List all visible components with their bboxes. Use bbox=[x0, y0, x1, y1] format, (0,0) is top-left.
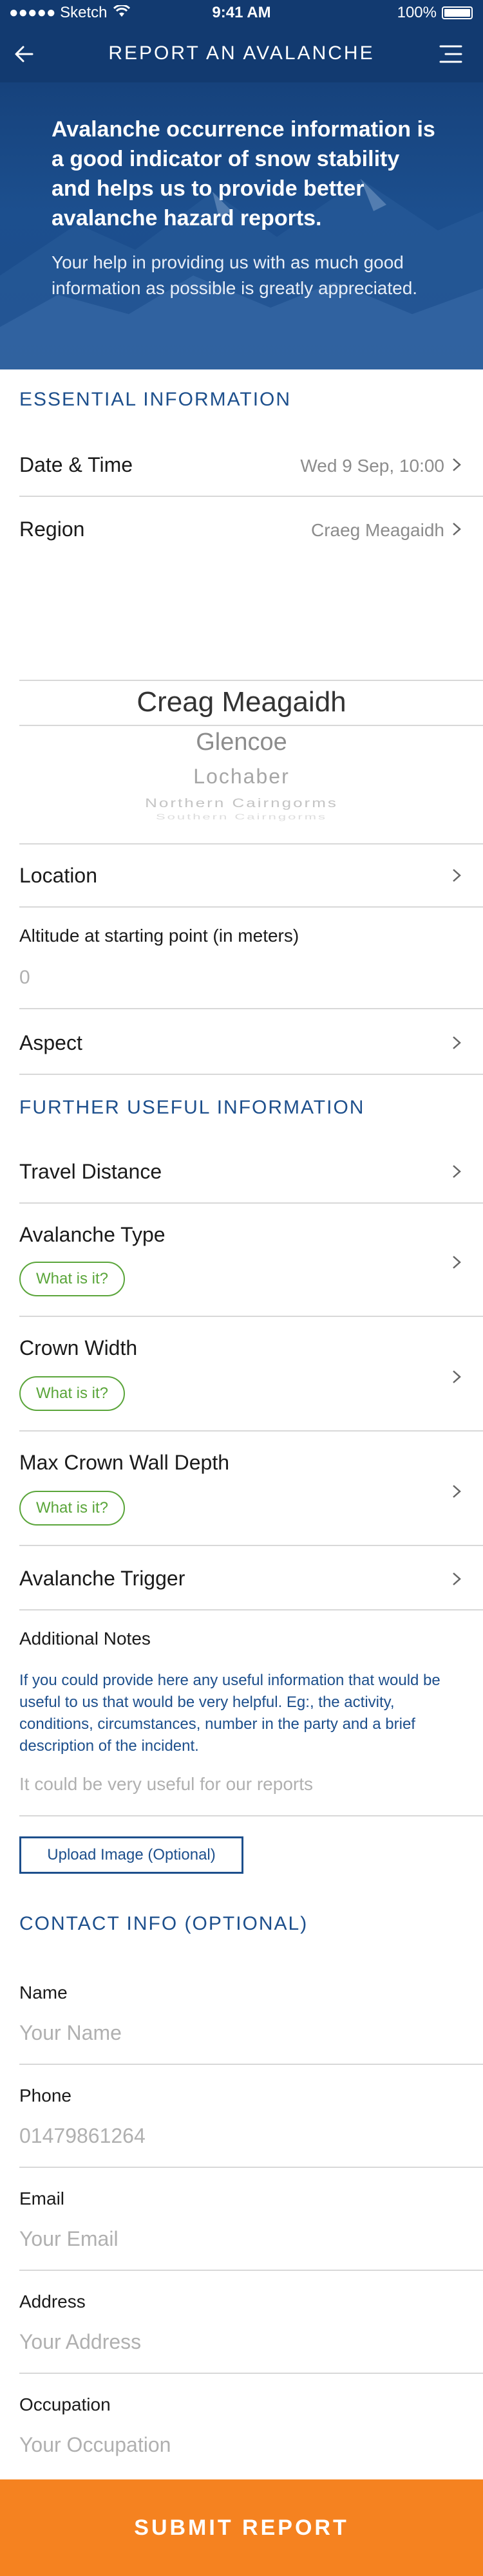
what-is-it-button[interactable]: What is it? bbox=[19, 1262, 126, 1296]
picker-option[interactable]: Southern Cairngorms bbox=[0, 812, 483, 821]
aspect-label: Aspect bbox=[19, 1031, 82, 1054]
page-title: REPORT AN AVALANCHE bbox=[108, 42, 375, 64]
submit-report-button[interactable]: SUBMIT REPORT bbox=[0, 2479, 483, 2576]
hero-headline: Avalanche occurrence information is a go… bbox=[52, 117, 435, 230]
divider bbox=[19, 906, 483, 908]
divider bbox=[19, 2064, 483, 2065]
phone-input[interactable]: 01479861264 bbox=[19, 2124, 146, 2148]
travel-distance-label: Travel Distance bbox=[19, 1160, 162, 1183]
divider bbox=[19, 1609, 483, 1610]
chevron-right-icon bbox=[453, 1036, 461, 1049]
address-label: Address bbox=[19, 2291, 86, 2311]
location-label: Location bbox=[19, 864, 97, 887]
picker-selection-line-top bbox=[19, 680, 483, 681]
name-input[interactable]: Your Name bbox=[19, 2021, 122, 2045]
additional-notes-label: Additional Notes bbox=[19, 1629, 151, 1648]
email-label: Email bbox=[19, 2189, 65, 2208]
date-time-label: Date & Time bbox=[19, 453, 133, 476]
chevron-right-icon bbox=[453, 458, 461, 471]
additional-notes-description: If you could provide here any useful inf… bbox=[19, 1672, 440, 1755]
battery-percent: 100% bbox=[397, 4, 437, 21]
divider bbox=[19, 843, 483, 845]
email-input[interactable]: Your Email bbox=[19, 2227, 118, 2251]
region-value: Craeg Meagaidh bbox=[310, 520, 444, 540]
occupation-label: Occupation bbox=[19, 2394, 111, 2414]
avalanche-trigger-label: Avalanche Trigger bbox=[19, 1567, 185, 1590]
chevron-right-icon bbox=[453, 1256, 461, 1269]
divider bbox=[19, 1074, 483, 1075]
section-title-further: FURTHER USEFUL INFORMATION bbox=[19, 1097, 365, 1118]
divider bbox=[19, 2167, 483, 2168]
divider bbox=[19, 1008, 483, 1009]
occupation-input[interactable]: Your Occupation bbox=[19, 2433, 171, 2457]
altitude-label: Altitude at starting point (in meters) bbox=[19, 926, 299, 946]
picker-option[interactable]: Glencoe bbox=[0, 729, 483, 756]
section-title-contact: CONTACT INFO (OPTIONAL) bbox=[19, 1913, 308, 1934]
chevron-right-icon bbox=[453, 523, 461, 536]
what-is-it-button[interactable]: What is it? bbox=[19, 1491, 126, 1526]
divider bbox=[19, 1430, 483, 1432]
divider bbox=[19, 1545, 483, 1546]
region-label: Region bbox=[19, 518, 85, 541]
hero-subtext: Your help in providing us with as much g… bbox=[52, 252, 418, 298]
date-time-value: Wed 9 Sep, 10:00 bbox=[300, 456, 444, 476]
region-picker[interactable]: Creag Meagaidh Glencoe Lochaber Northern… bbox=[0, 560, 483, 843]
divider bbox=[19, 2373, 483, 2374]
section-title-essential: ESSENTIAL INFORMATION bbox=[19, 389, 292, 410]
chevron-right-icon bbox=[453, 1485, 461, 1498]
status-bar: ●●●●● Sketch 9:41 AM 100% bbox=[0, 0, 483, 26]
picker-selection-line-bottom bbox=[19, 725, 483, 726]
upload-image-button[interactable]: Upload Image (Optional) bbox=[19, 1836, 243, 1874]
nav-bar: REPORT AN AVALANCHE bbox=[0, 26, 483, 82]
phone-label: Phone bbox=[19, 2086, 71, 2105]
altitude-input[interactable]: 0 bbox=[19, 967, 30, 989]
divider bbox=[19, 1815, 483, 1816]
crown-width-label: Crown Width bbox=[19, 1336, 138, 1359]
battery-icon bbox=[442, 6, 473, 19]
divider bbox=[19, 496, 483, 497]
name-label: Name bbox=[19, 1983, 68, 2002]
divider bbox=[19, 1316, 483, 1317]
additional-notes-input[interactable]: It could be very useful for our reports bbox=[19, 1774, 313, 1795]
picker-option-selected[interactable]: Creag Meagaidh bbox=[0, 686, 483, 718]
what-is-it-button[interactable]: What is it? bbox=[19, 1376, 126, 1411]
avalanche-type-label: Avalanche Type bbox=[19, 1223, 166, 1246]
chevron-right-icon bbox=[453, 1573, 461, 1585]
address-input[interactable]: Your Address bbox=[19, 2330, 141, 2354]
divider bbox=[19, 1202, 483, 1204]
picker-option[interactable]: Northern Cairngorms bbox=[0, 796, 483, 810]
divider bbox=[19, 2270, 483, 2271]
hamburger-menu-icon[interactable] bbox=[439, 44, 462, 64]
picker-option[interactable]: Lochaber bbox=[0, 765, 483, 789]
max-crown-wall-depth-label: Max Crown Wall Depth bbox=[19, 1451, 230, 1474]
chevron-right-icon bbox=[453, 869, 461, 882]
chevron-right-icon bbox=[453, 1370, 461, 1383]
chevron-right-icon bbox=[453, 1165, 461, 1178]
hero-banner: Avalanche occurrence information is a go… bbox=[0, 82, 483, 369]
